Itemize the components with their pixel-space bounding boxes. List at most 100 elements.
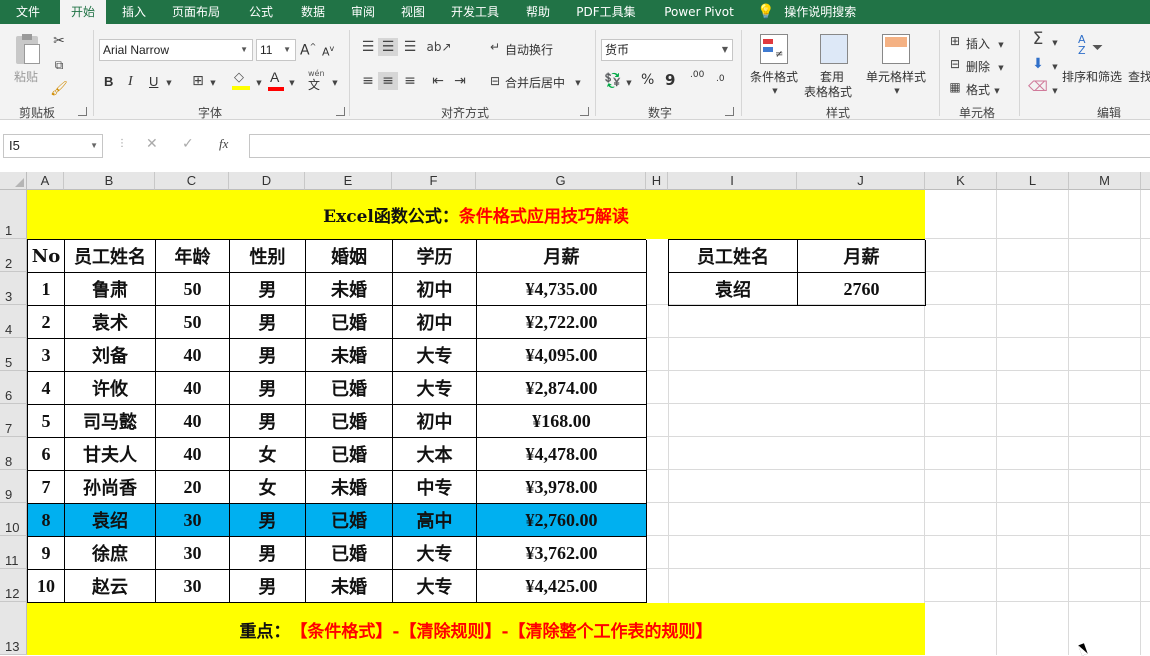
number-launcher-icon[interactable] [725,107,734,116]
row-header-5[interactable]: 5 [0,338,27,371]
cell-salary[interactable]: ¥4,095.00 [477,339,647,372]
worksheet-grid[interactable]: A B C D E F G H I J K L M 1 2 3 4 5 6 7 … [0,172,1150,656]
header-salary[interactable]: 月薪 [477,240,647,273]
conditional-formatting-icon[interactable]: ≠ [760,34,788,64]
cell-no[interactable]: 4 [28,372,65,405]
row-header-3[interactable]: 3 [0,272,27,305]
comma-style-button[interactable]: 9 [665,71,675,89]
bold-button[interactable]: B [104,74,113,89]
cell-salary[interactable]: ¥4,735.00 [477,273,647,306]
header-name[interactable]: 员工姓名 [65,240,156,273]
delete-cells-button[interactable]: 删除 [966,58,990,75]
column-header-h[interactable]: H [646,172,668,190]
row-header-6[interactable]: 6 [0,371,27,404]
tab-insert[interactable]: 插入 [111,0,157,24]
header-no[interactable]: No [28,240,65,273]
merge-center-button[interactable]: 合并后居中 [505,74,565,91]
cell-salary[interactable]: ¥3,978.00 [477,471,647,504]
row-header-11[interactable]: 11 [0,536,27,569]
cell-education[interactable]: 大专 [393,372,477,405]
insert-cells-icon[interactable]: ⊞ [946,32,964,50]
cell-education[interactable]: 大专 [393,570,477,603]
align-right-icon[interactable]: ≡ [400,72,420,90]
chevron-down-icon[interactable]: ▼ [892,82,902,100]
cell-gender[interactable]: 男 [230,273,306,306]
cell-marriage[interactable]: 已婚 [306,504,393,537]
tab-page-layout[interactable]: 页面布局 [164,0,228,24]
cell-education[interactable]: 初中 [393,306,477,339]
insert-function-icon[interactable]: fx [219,136,228,152]
insert-cells-button[interactable]: 插入 [966,35,990,52]
cell-no[interactable]: 3 [28,339,65,372]
cell-gender[interactable]: 女 [230,438,306,471]
tab-help[interactable]: 帮助 [515,0,561,24]
cell-age[interactable]: 50 [156,273,230,306]
name-box[interactable]: I5 ▼ [3,134,103,158]
tab-power-pivot[interactable]: Power Pivot [654,0,744,24]
cell-salary[interactable]: ¥2,874.00 [477,372,647,405]
cell-name[interactable]: 孙尚香 [65,471,156,504]
alignment-launcher-icon[interactable] [580,107,589,116]
cell-no[interactable]: 5 [28,405,65,438]
cell-education[interactable]: 初中 [393,405,477,438]
column-header-d[interactable]: D [229,172,305,190]
cell-marriage[interactable]: 已婚 [306,306,393,339]
cell-salary[interactable]: ¥2,760.00 [477,504,647,537]
cell-age[interactable]: 30 [156,537,230,570]
cell-marriage[interactable]: 未婚 [306,273,393,306]
shrink-font-button[interactable]: Av [322,44,334,59]
chevron-down-icon[interactable]: ▼ [254,74,264,92]
cell-name[interactable]: 甘夫人 [65,438,156,471]
orientation-icon[interactable]: ab↗ [424,38,454,56]
cell-no[interactable]: 7 [28,471,65,504]
chevron-down-icon[interactable]: ▼ [992,82,1002,100]
fill-color-icon[interactable]: ◇ [230,70,252,90]
tab-view[interactable]: 视图 [390,0,436,24]
cell-gender[interactable]: 男 [230,537,306,570]
cell-styles-icon[interactable] [882,34,910,64]
font-name-select[interactable]: Arial Narrow ▼ [99,39,253,61]
column-header-c[interactable]: C [155,172,229,190]
lookup-header-salary[interactable]: 月薪 [798,240,926,273]
tell-me-search[interactable]: 💡 操作说明搜索 [757,0,856,24]
copy-icon[interactable]: ⧉ [50,56,68,74]
cell-education[interactable]: 高中 [393,504,477,537]
format-cells-button[interactable]: 格式 [966,81,990,98]
sort-filter-button[interactable]: 排序和筛选 [1062,68,1122,85]
font-launcher-icon[interactable] [336,107,345,116]
column-header-g[interactable]: G [476,172,646,190]
cell-education[interactable]: 大本 [393,438,477,471]
row-header-8[interactable]: 8 [0,437,27,470]
cell-salary[interactable]: ¥4,478.00 [477,438,647,471]
clipboard-launcher-icon[interactable] [78,107,87,116]
cell-no[interactable]: 10 [28,570,65,603]
cell-name[interactable]: 许攸 [65,372,156,405]
cell-marriage[interactable]: 已婚 [306,438,393,471]
delete-cells-icon[interactable]: ⊟ [946,55,964,73]
column-header-j[interactable]: J [797,172,925,190]
accounting-format-icon[interactable]: 💱 [603,72,623,90]
chevron-down-icon[interactable]: ▼ [1050,34,1060,52]
cell-no[interactable]: 9 [28,537,65,570]
lookup-salary-cell[interactable]: 2760 [798,273,926,306]
cell-salary[interactable]: ¥3,762.00 [477,537,647,570]
cell-marriage[interactable]: 未婚 [306,570,393,603]
lookup-header-name[interactable]: 员工姓名 [669,240,798,273]
clear-icon[interactable]: ⌫ [1028,78,1048,96]
grow-font-button[interactable]: A^ [300,42,316,59]
header-education[interactable]: 学历 [393,240,477,273]
cell-age[interactable]: 30 [156,504,230,537]
cell-gender[interactable]: 男 [230,372,306,405]
column-header-e[interactable]: E [305,172,392,190]
align-center-icon[interactable]: ≡ [378,72,398,90]
merge-center-icon[interactable]: ⊟ [487,72,503,90]
cell-age[interactable]: 40 [156,438,230,471]
cell-gender[interactable]: 男 [230,306,306,339]
row-header-12[interactable]: 12 [0,569,27,602]
chevron-down-icon[interactable]: ▼ [330,74,340,92]
cell-no[interactable]: 8 [28,504,65,537]
chevron-down-icon[interactable]: ▼ [573,74,583,92]
format-painter-icon[interactable]: 🖌 [50,80,68,98]
cell-education[interactable]: 中专 [393,471,477,504]
cell-age[interactable]: 50 [156,306,230,339]
